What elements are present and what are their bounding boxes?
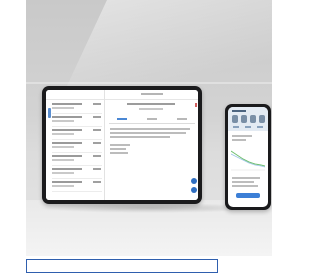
- back-chevron-icon: [48, 108, 51, 118]
- phone-line-chart: [231, 150, 265, 171]
- detail-subtitle: [139, 108, 163, 110]
- phone-primary-button: [236, 193, 260, 198]
- text-line: [110, 128, 190, 130]
- phone-tab: [245, 126, 251, 128]
- list-item: [52, 153, 102, 166]
- text-line: [232, 185, 258, 187]
- text-line: [232, 139, 246, 141]
- text-line: [110, 132, 186, 134]
- detail-title: [127, 103, 175, 105]
- tablet-screen: [46, 90, 198, 200]
- profile-avatar-icon: [250, 115, 256, 123]
- phone-tab: [257, 126, 263, 128]
- tablet-device: [42, 86, 202, 204]
- phone-screen: [228, 107, 268, 207]
- profile-avatar-icon: [232, 115, 238, 123]
- alert-icon: [195, 103, 197, 107]
- tablet-sidebar-header: [46, 90, 104, 100]
- tablet-list: [52, 101, 102, 192]
- phone-tab: [233, 126, 239, 128]
- phone-header: [228, 107, 268, 131]
- chart-series-line: [231, 150, 265, 167]
- text-line: [110, 144, 130, 146]
- text-line: [110, 136, 170, 138]
- text-line: [110, 148, 126, 150]
- text-line: [110, 152, 128, 154]
- tablet-sidebar: [46, 90, 105, 200]
- text-line: [232, 177, 260, 179]
- tab: [177, 118, 187, 120]
- wall-edge: [26, 82, 272, 84]
- phone-title: [232, 110, 246, 112]
- tablet-topbar: [105, 90, 198, 100]
- list-item: [52, 114, 102, 127]
- tab-active: [117, 118, 127, 120]
- text-line: [232, 135, 252, 137]
- tablet-topbar-title: [141, 93, 163, 95]
- list-item: [52, 179, 102, 192]
- tab: [147, 118, 157, 120]
- detail-tabs: [109, 116, 195, 124]
- list-item: [52, 101, 102, 114]
- phone-device: [225, 104, 271, 210]
- tablet-detail-pane: [105, 90, 198, 200]
- profile-avatar-icon: [259, 115, 265, 123]
- floating-action-icon: [191, 178, 197, 184]
- text-line: [232, 181, 254, 183]
- profile-avatar-icon: [241, 115, 247, 123]
- list-item: [52, 140, 102, 153]
- product-showcase-image: [26, 0, 272, 256]
- floating-action-icon: [191, 187, 197, 193]
- list-item: [52, 127, 102, 140]
- selection-frame[interactable]: [26, 259, 218, 273]
- list-item: [52, 166, 102, 179]
